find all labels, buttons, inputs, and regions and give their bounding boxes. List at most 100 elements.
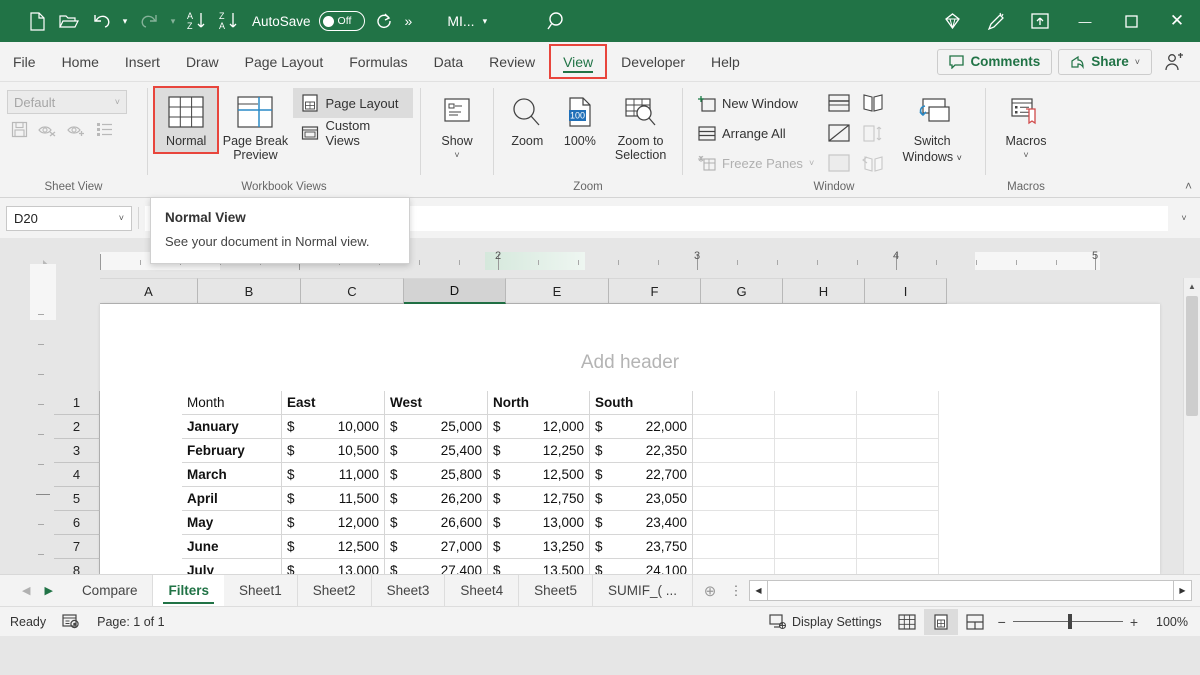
page-break-preview-button[interactable] xyxy=(958,609,992,635)
page-layout-view-button[interactable] xyxy=(924,609,958,635)
share-caret-icon[interactable]: ˅ xyxy=(1135,57,1140,67)
chevron-down-icon[interactable]: ˅ xyxy=(1023,150,1028,160)
ribbon-display-options-icon[interactable] xyxy=(1018,0,1062,42)
sheet-tab-sheet4[interactable]: Sheet4 xyxy=(445,575,519,606)
cell-empty[interactable] xyxy=(857,463,939,487)
sort-az-icon[interactable]: AZ xyxy=(182,6,212,36)
hscroll-left-arrow[interactable]: ◀ xyxy=(749,580,768,601)
column-header-h[interactable]: H xyxy=(783,278,865,304)
zoom-level-label[interactable]: 100% xyxy=(1148,615,1188,629)
cell-east[interactable]: $11,000 xyxy=(282,463,385,487)
cell-north[interactable]: $13,000 xyxy=(488,511,590,535)
cell-month[interactable]: March xyxy=(182,463,282,487)
cell-empty[interactable] xyxy=(857,415,939,439)
cell-west[interactable]: $27,400 xyxy=(385,559,488,574)
sheet-tab-sheet5[interactable]: Sheet5 xyxy=(519,575,593,606)
cell-empty[interactable] xyxy=(693,535,775,559)
arrange-all-button[interactable]: Arrange All xyxy=(690,118,822,148)
cell-empty[interactable] xyxy=(857,535,939,559)
cell-east-header[interactable]: East xyxy=(282,391,385,415)
cell-east[interactable]: $12,000 xyxy=(282,511,385,535)
name-box[interactable]: D20 ˅ xyxy=(6,206,132,231)
freeze-panes-button[interactable]: Freeze Panes ˅ xyxy=(690,148,822,178)
expand-formula-bar-button[interactable]: ˅ xyxy=(1174,213,1194,223)
cell-month[interactable]: February xyxy=(182,439,282,463)
filename-display[interactable]: MI... ▾ xyxy=(447,13,487,29)
row-header-3[interactable]: 3 xyxy=(54,439,100,463)
sheet-tab-sheet1[interactable]: Sheet1 xyxy=(224,575,298,606)
tab-file[interactable]: File xyxy=(0,42,49,81)
cell-south[interactable]: $22,700 xyxy=(590,463,693,487)
show-button[interactable]: Show ˅ xyxy=(428,88,486,165)
scroll-up-arrow[interactable]: ▲ xyxy=(1184,278,1200,295)
refresh-icon[interactable] xyxy=(369,6,399,36)
row-header-2[interactable]: 2 xyxy=(54,415,100,439)
vertical-scrollbar[interactable]: ▲ xyxy=(1183,278,1200,574)
zoom-to-selection-button[interactable]: Zoom to Selection xyxy=(606,88,675,167)
cell-empty[interactable] xyxy=(693,415,775,439)
normal-view-button[interactable]: Normal xyxy=(155,88,217,152)
cell-east[interactable]: $12,500 xyxy=(282,535,385,559)
hide-window-icon[interactable] xyxy=(826,120,852,146)
column-header-b[interactable]: B xyxy=(198,278,301,304)
row-header-1[interactable]: 1 xyxy=(54,391,100,415)
cell-south[interactable]: $23,400 xyxy=(590,511,693,535)
cell-north[interactable]: $12,500 xyxy=(488,463,590,487)
add-sheet-button[interactable]: ⊕ xyxy=(693,575,727,606)
accessibility-checker-icon[interactable] xyxy=(62,613,81,630)
hscroll-track[interactable] xyxy=(768,580,1173,601)
cell-empty[interactable] xyxy=(693,559,775,574)
sheet-tab-filters[interactable]: Filters xyxy=(153,575,224,606)
tab-draw[interactable]: Draw xyxy=(173,42,232,81)
tab-developer[interactable]: Developer xyxy=(608,42,698,81)
cell-west[interactable]: $27,000 xyxy=(385,535,488,559)
diamond-icon[interactable] xyxy=(930,0,974,42)
cell-north[interactable]: $13,500 xyxy=(488,559,590,574)
redo-dropdown-caret[interactable]: ▾ xyxy=(166,6,180,36)
redo-icon[interactable] xyxy=(134,6,164,36)
cell-north[interactable]: $12,750 xyxy=(488,487,590,511)
column-header-f[interactable]: F xyxy=(609,278,701,304)
zoom-slider-thumb[interactable] xyxy=(1068,614,1072,629)
sheet-nav-prev-icon[interactable]: ◀ xyxy=(22,584,30,597)
autosave-toggle[interactable]: Off xyxy=(319,11,365,31)
tab-insert[interactable]: Insert xyxy=(112,42,173,81)
tab-formulas[interactable]: Formulas xyxy=(336,42,420,81)
sort-za-icon[interactable]: ZA xyxy=(214,6,244,36)
normal-view-button[interactable] xyxy=(890,609,924,635)
cell-empty[interactable] xyxy=(693,511,775,535)
cell-south[interactable]: $22,000 xyxy=(590,415,693,439)
cell-month[interactable]: July xyxy=(182,559,282,574)
cell-empty[interactable] xyxy=(775,535,857,559)
cell-west[interactable]: $25,000 xyxy=(385,415,488,439)
page-break-preview-button[interactable]: Page Break Preview xyxy=(217,88,293,167)
column-header-c[interactable]: C xyxy=(301,278,404,304)
zoom-slider[interactable]: − + xyxy=(992,614,1148,630)
cell-west[interactable]: $25,800 xyxy=(385,463,488,487)
cell-month[interactable]: May xyxy=(182,511,282,535)
tab-help[interactable]: Help xyxy=(698,42,753,81)
cell-south[interactable]: $23,750 xyxy=(590,535,693,559)
cell-empty[interactable] xyxy=(775,415,857,439)
zoom-out-button[interactable]: − xyxy=(998,614,1006,630)
cell-east[interactable]: $13,000 xyxy=(282,559,385,574)
cell-empty[interactable] xyxy=(693,463,775,487)
cell-south-header[interactable]: South xyxy=(590,391,693,415)
zoom-100-button[interactable]: 100 100% xyxy=(554,88,607,152)
cell-south[interactable]: $24,100 xyxy=(590,559,693,574)
more-commands-button[interactable]: » xyxy=(399,13,418,29)
close-button[interactable]: ✕ xyxy=(1154,0,1200,42)
cell-month[interactable]: April xyxy=(182,487,282,511)
sheet-nav-next-icon[interactable]: ▶ xyxy=(44,584,52,597)
tab-review[interactable]: Review xyxy=(476,42,548,81)
cell-north[interactable]: $12,000 xyxy=(488,415,590,439)
cell-empty[interactable] xyxy=(857,487,939,511)
column-header-d[interactable]: D xyxy=(404,278,506,304)
cell-empty[interactable] xyxy=(693,487,775,511)
page-layout-button[interactable]: Page Layout xyxy=(293,88,413,118)
share-button[interactable]: Share ˅ xyxy=(1058,49,1152,75)
view-side-by-side-icon[interactable] xyxy=(860,90,886,116)
cell-south[interactable]: $22,350 xyxy=(590,439,693,463)
reset-window-position-icon[interactable] xyxy=(860,150,886,176)
cell-month[interactable]: January xyxy=(182,415,282,439)
